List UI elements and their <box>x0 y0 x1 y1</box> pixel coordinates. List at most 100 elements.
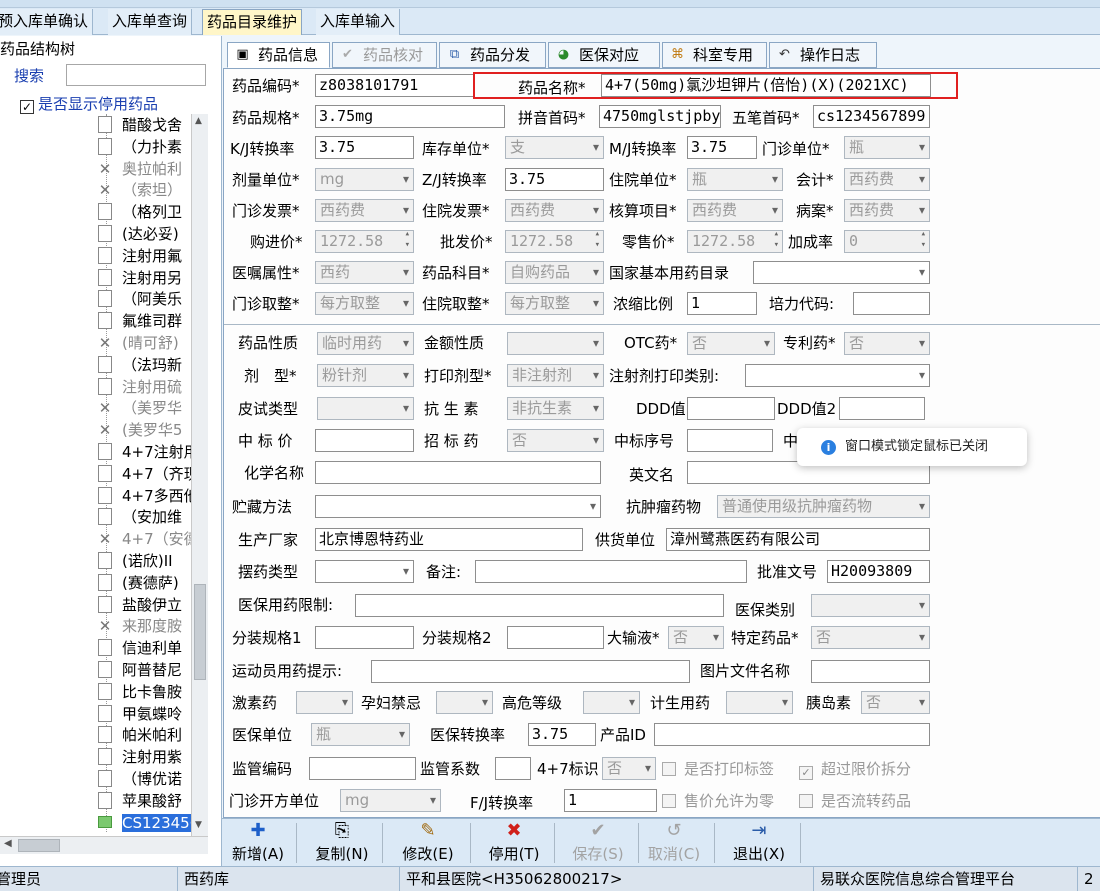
tree-item[interactable]: ✕ 来那度胺 <box>98 615 182 637</box>
case-select[interactable]: 西药费 <box>844 199 930 222</box>
tree-item[interactable]: ✕ (晴可舒) <box>98 332 179 354</box>
tree-item[interactable]: 苹果酸舒 <box>98 790 182 812</box>
skin-test-select[interactable] <box>317 397 414 420</box>
stock-unit-select[interactable]: 支 <box>505 136 604 159</box>
manufacturer-input[interactable]: 北京博恩特药业 <box>315 528 583 551</box>
order-attr-select[interactable]: 西药 <box>315 261 414 284</box>
disable-button[interactable]: ✖ 停用(T) <box>482 819 546 867</box>
tree-item[interactable]: 比卡鲁胺 <box>98 681 182 703</box>
op-round-select[interactable]: 每方取整 <box>315 292 414 315</box>
tree-item[interactable]: 4+7多西他 <box>98 485 199 507</box>
tree-item[interactable]: 注射用硫 <box>98 376 182 398</box>
over-limit-split-checkbox[interactable]: ✓ 超过限价拆分 <box>799 759 911 780</box>
tree-scroll-thumb[interactable] <box>194 584 206 680</box>
spec-input[interactable]: 3.75mg <box>315 105 505 128</box>
cancel-button[interactable]: ↺ 取消(C) <box>642 819 706 867</box>
special-drug-select[interactable]: 否 <box>811 626 930 649</box>
tree-item[interactable]: 氟维司群 <box>98 310 182 332</box>
storage-select[interactable] <box>315 495 601 518</box>
ddd2-input[interactable] <box>839 397 925 420</box>
tree-item[interactable]: 盐酸伊立 <box>98 594 182 616</box>
tree-item[interactable]: （阿美乐 <box>98 288 182 310</box>
ip-unit-select[interactable]: 瓶 <box>687 168 783 191</box>
dosage-form-select[interactable]: 粉针剂 <box>317 364 414 387</box>
hormone-select[interactable] <box>296 691 353 714</box>
tree-item[interactable]: （格列卫 <box>98 201 182 223</box>
tree-item[interactable]: ✕ （索坦） <box>98 179 182 201</box>
athlete-warning-input[interactable] <box>371 660 690 683</box>
tab-pre-receipt-confirm[interactable]: 预入库单确认 <box>0 9 94 35</box>
save-button[interactable]: ✔ 保存(S) <box>566 819 630 867</box>
tab-drug-dispatch[interactable]: ⧉ 药品分发 <box>439 42 546 68</box>
bid-drug-select[interactable]: 否 <box>507 429 604 452</box>
mj-input[interactable]: 3.75 <box>687 136 757 159</box>
drug-code-input[interactable]: z8038101791 <box>315 74 475 97</box>
tree-item[interactable]: （力扑素 <box>98 136 182 158</box>
tab-drug-catalog[interactable]: 药品目录维护 <box>202 9 303 35</box>
pack-spec2-input[interactable] <box>507 626 604 649</box>
insurance-unit-select[interactable]: 瓶 <box>311 723 410 746</box>
tree-item[interactable]: (赛德萨) <box>98 572 179 594</box>
four7-select[interactable]: 否 <box>602 757 656 780</box>
tab-drug-check[interactable]: ✔ 药品核对 <box>332 42 437 68</box>
print-dosage-select[interactable]: 非注射剂 <box>507 364 604 387</box>
checkbox-box-icon[interactable] <box>662 794 676 808</box>
tree-item[interactable]: ✕ 奥拉帕利 <box>98 158 182 180</box>
ip-round-select[interactable]: 每方取整 <box>505 292 604 315</box>
tree-item[interactable]: 注射用氟 <box>98 245 182 267</box>
markup-spinner[interactable]: 0 <box>844 229 930 253</box>
circulation-drug-checkbox[interactable]: 是否流转药品 <box>799 791 911 811</box>
fj-input[interactable]: 1 <box>564 789 657 812</box>
bid-price-input[interactable] <box>315 429 414 452</box>
otc-select[interactable]: 否 <box>687 332 775 355</box>
insurance-category-select[interactable] <box>811 594 930 617</box>
tree-item[interactable]: 甲氨蝶呤 <box>98 703 182 725</box>
tree-item[interactable]: 4+7注射用 <box>98 441 199 463</box>
tree-item[interactable]: (达必妥) <box>98 223 179 245</box>
tree-item[interactable]: CS123456 <box>98 812 200 832</box>
scroll-left-icon[interactable]: ◀ <box>4 838 12 849</box>
tree-item[interactable]: （安加维 <box>98 506 182 528</box>
tree-item[interactable]: 信迪利单 <box>98 637 182 659</box>
search-input[interactable] <box>66 64 206 86</box>
tab-department-only[interactable]: ⌘ 科室专用 <box>662 42 767 68</box>
peili-input[interactable] <box>853 292 930 315</box>
ddd-input[interactable] <box>687 397 775 420</box>
audit-item-select[interactable]: 西药费 <box>687 199 783 222</box>
checkbox-box-icon[interactable] <box>662 762 676 776</box>
tree-item[interactable]: 注射用紫 <box>98 746 182 768</box>
scroll-down-icon[interactable]: ▼ <box>195 820 202 830</box>
add-button[interactable]: ✚ 新增(A) <box>228 819 288 867</box>
tree-horizontal-scrollbar[interactable]: ◀ <box>0 836 208 854</box>
checkbox-box-icon[interactable] <box>799 794 813 808</box>
retail-price-spinner[interactable]: 1272.58 <box>687 229 783 253</box>
insurance-rate-input[interactable]: 3.75 <box>528 723 596 746</box>
product-id-input[interactable] <box>654 723 930 746</box>
tab-drug-info[interactable]: ▣ 药品信息 <box>227 42 330 68</box>
injection-print-select[interactable] <box>745 364 930 387</box>
approval-input[interactable]: H20093809 <box>827 560 930 583</box>
kj-input[interactable]: 3.75 <box>315 136 414 159</box>
ip-invoice-select[interactable]: 西药费 <box>505 199 604 222</box>
exit-button[interactable]: ⇥ 退出(X) <box>728 819 790 867</box>
tree-item[interactable]: 4+7（齐现 <box>98 463 199 485</box>
purchase-price-spinner[interactable]: 1272.58 <box>315 229 414 253</box>
dose-unit-select[interactable]: mg <box>315 168 414 191</box>
amount-nature-select[interactable] <box>507 332 604 355</box>
op-unit-select[interactable]: 瓶 <box>844 136 930 159</box>
subject-select[interactable]: 自购药品 <box>505 261 604 284</box>
insulin-select[interactable]: 否 <box>861 691 930 714</box>
supervision-coef-input[interactable] <box>495 757 531 780</box>
infusion-select[interactable]: 否 <box>668 626 724 649</box>
risk-level-select[interactable] <box>583 691 640 714</box>
ratio-input[interactable]: 1 <box>687 292 757 315</box>
antibiotic-select[interactable]: 非抗生素 <box>507 397 604 420</box>
pregnancy-select[interactable] <box>436 691 493 714</box>
tab-insurance-map[interactable]: ◕ 医保对应 <box>548 42 660 68</box>
show-disabled-checkbox[interactable]: ✓ 是否显示停用药品 <box>20 93 158 114</box>
tab-receipt-input[interactable]: 入库单输入 <box>316 9 401 35</box>
tree-item[interactable]: (诺欣)II <box>98 550 173 572</box>
bid-number-input[interactable] <box>687 429 773 452</box>
checkbox-mark[interactable]: ✓ <box>20 100 34 114</box>
op-rx-unit-select[interactable]: mg <box>340 789 441 812</box>
